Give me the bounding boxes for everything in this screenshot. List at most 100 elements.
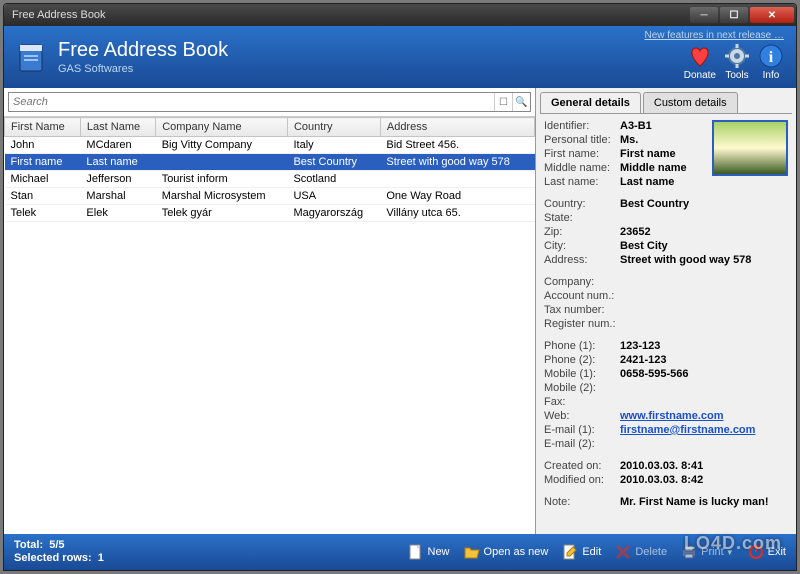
table-row[interactable]: StanMarshalMarshal MicrosystemUSAOne Way… — [5, 188, 535, 205]
search-icon[interactable]: 🔍 — [512, 93, 530, 111]
table-row[interactable]: TelekElekTelek gyárMagyarországVillány u… — [5, 205, 535, 222]
detail-value: 0658-595-566 — [620, 368, 689, 380]
column-header[interactable]: First Name — [5, 118, 81, 137]
detail-row: Phone (2):2421-123 — [544, 354, 788, 366]
print-icon — [681, 544, 697, 560]
detail-value: 2421-123 — [620, 354, 667, 366]
detail-row: Country:Best Country — [544, 198, 788, 210]
detail-row: Mobile (2): — [544, 382, 788, 394]
details-panel: General details Custom details Identifie… — [536, 88, 796, 534]
app-window: Free Address Book ─ ☐ ✕ Free Address Boo… — [3, 3, 797, 571]
contact-photo[interactable] — [712, 120, 788, 176]
new-features-link[interactable]: New features in next release … — [644, 30, 784, 41]
detail-value: Middle name — [620, 162, 687, 174]
detail-label: Phone (2): — [544, 354, 620, 366]
detail-label: Register num.: — [544, 318, 620, 330]
total-value: 5/5 — [49, 539, 64, 551]
detail-value: Ms. — [620, 134, 638, 146]
total-label: Total: — [14, 539, 43, 551]
app-title: Free Address Book — [58, 39, 228, 62]
column-header[interactable]: Company Name — [156, 118, 288, 137]
tools-button[interactable]: Tools — [724, 43, 750, 81]
new-button[interactable]: New — [408, 544, 450, 560]
detail-row: City:Best City — [544, 240, 788, 252]
detail-row: Note:Mr. First Name is lucky man! — [544, 496, 788, 508]
detail-label: Note: — [544, 496, 620, 508]
clear-search-icon[interactable]: ☐ — [494, 93, 512, 111]
window-title: Free Address Book — [12, 9, 106, 21]
detail-label: City: — [544, 240, 620, 252]
detail-label: Web: — [544, 410, 620, 422]
detail-label: Fax: — [544, 396, 620, 408]
app-header: Free Address Book GAS Softwares New feat… — [4, 26, 796, 88]
tab-custom-details[interactable]: Custom details — [643, 92, 738, 113]
info-button[interactable]: i Info — [758, 43, 784, 81]
detail-row: Last name:Last name — [544, 176, 788, 188]
donate-button[interactable]: Donate — [684, 43, 716, 81]
detail-row: Register num.: — [544, 318, 788, 330]
search-box: ☐ 🔍 — [8, 92, 531, 112]
detail-label: Last name: — [544, 176, 620, 188]
detail-label: Middle name: — [544, 162, 620, 174]
detail-label: Mobile (2): — [544, 382, 620, 394]
detail-row: Fax: — [544, 396, 788, 408]
detail-label: E-mail (2): — [544, 438, 620, 450]
new-icon — [408, 544, 424, 560]
maximize-button[interactable]: ☐ — [720, 7, 748, 23]
chevron-down-icon: ▼ — [726, 548, 734, 557]
search-input[interactable] — [9, 93, 494, 111]
detail-value: www.firstname.com — [620, 410, 724, 422]
detail-value: First name — [620, 148, 676, 160]
detail-row: State: — [544, 212, 788, 224]
detail-label: Modified on: — [544, 474, 620, 486]
detail-label: Tax number: — [544, 304, 620, 316]
detail-row: Created on:2010.03.03. 8:41 — [544, 460, 788, 472]
detail-label: Mobile (1): — [544, 368, 620, 380]
exit-button[interactable]: Exit — [748, 544, 786, 560]
gear-icon — [724, 43, 750, 69]
column-header[interactable]: Address — [380, 118, 534, 137]
edit-button[interactable]: Edit — [562, 544, 601, 560]
minimize-button[interactable]: ─ — [690, 7, 718, 23]
detail-row: Company: — [544, 276, 788, 288]
delete-icon — [615, 544, 631, 560]
detail-value: A3-B1 — [620, 120, 652, 132]
detail-row: E-mail (2): — [544, 438, 788, 450]
detail-label: Country: — [544, 198, 620, 210]
svg-text:i: i — [769, 49, 774, 66]
column-header[interactable]: Country — [287, 118, 380, 137]
detail-label: Created on: — [544, 460, 620, 472]
detail-label: Company: — [544, 276, 620, 288]
selected-label: Selected rows: — [14, 552, 92, 564]
tab-general-details[interactable]: General details — [540, 92, 641, 113]
table-row[interactable]: First nameLast nameBest CountryStreet wi… — [5, 154, 535, 171]
detail-label: State: — [544, 212, 620, 224]
detail-value: Best City — [620, 240, 668, 252]
detail-row: Mobile (1):0658-595-566 — [544, 368, 788, 380]
detail-value: Best Country — [620, 198, 689, 210]
delete-button[interactable]: Delete — [615, 544, 667, 560]
print-button[interactable]: Print ▼ — [681, 544, 734, 560]
detail-row: Phone (1):123-123 — [544, 340, 788, 352]
detail-row: Web:www.firstname.com — [544, 410, 788, 422]
detail-label: Phone (1): — [544, 340, 620, 352]
detail-value: 2010.03.03. 8:41 — [620, 460, 703, 472]
detail-label: Identifier: — [544, 120, 620, 132]
detail-row: Address:Street with good way 578 — [544, 254, 788, 266]
column-header[interactable]: Last Name — [80, 118, 155, 137]
heart-icon — [687, 43, 713, 69]
open-as-new-button[interactable]: Open as new — [464, 544, 549, 560]
detail-row: Zip:23652 — [544, 226, 788, 238]
detail-value: 23652 — [620, 226, 651, 238]
detail-value: Street with good way 578 — [620, 254, 751, 266]
table-row[interactable]: MichaelJeffersonTourist informScotland — [5, 171, 535, 188]
footer: Total: 5/5 Selected rows: 1 New Open as … — [4, 534, 796, 570]
app-subtitle: GAS Softwares — [58, 63, 228, 75]
selected-value: 1 — [98, 552, 104, 564]
table-row[interactable]: JohnMCdarenBig Vitty CompanyItalyBid Str… — [5, 137, 535, 154]
contacts-table[interactable]: First NameLast NameCompany NameCountryAd… — [4, 117, 535, 534]
titlebar[interactable]: Free Address Book ─ ☐ ✕ — [4, 4, 796, 26]
detail-value: Mr. First Name is lucky man! — [620, 496, 769, 508]
detail-row: Account num.: — [544, 290, 788, 302]
close-button[interactable]: ✕ — [750, 7, 794, 23]
